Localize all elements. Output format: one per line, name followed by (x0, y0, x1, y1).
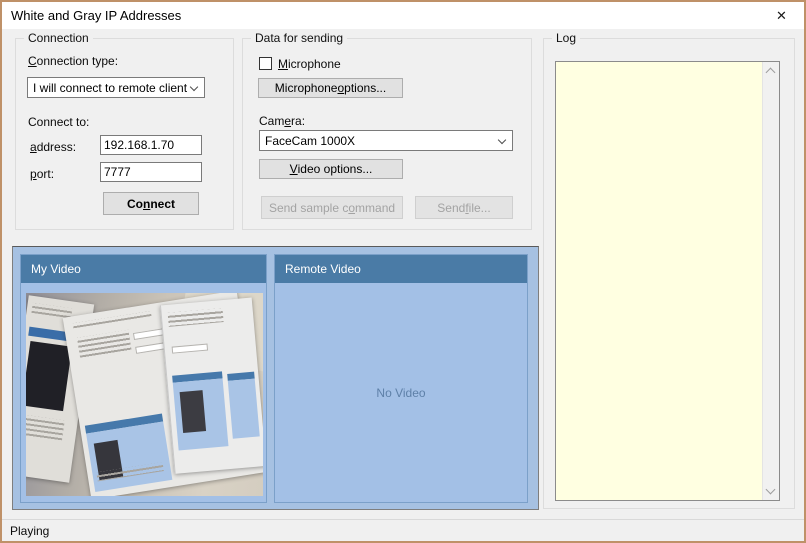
status-bar: Playing (2, 519, 804, 541)
log-textarea[interactable] (555, 61, 780, 501)
webcam-photo (26, 293, 263, 496)
photo-field (171, 343, 208, 353)
log-group-label: Log (552, 31, 580, 45)
log-scrollbar[interactable] (762, 62, 779, 500)
my-video-header: My Video (21, 255, 266, 283)
photo-text-lines (77, 330, 133, 360)
photo-main-window (63, 293, 263, 496)
remote-video-title: Remote Video (285, 262, 361, 276)
send-sample-command-button[interactable]: Send sample command (261, 196, 403, 219)
connect-button[interactable]: Connect (103, 192, 199, 215)
camera-select[interactable]: FaceCam 1000X (259, 130, 513, 151)
photo-text-lines (167, 308, 222, 327)
scroll-down-icon[interactable] (766, 485, 776, 495)
send-file-button[interactable]: Send file... (415, 196, 513, 219)
connection-type-value: I will connect to remote client (33, 81, 187, 95)
my-video-title: My Video (31, 262, 81, 276)
chevron-down-icon (190, 83, 198, 91)
remote-video-header: Remote Video (275, 255, 527, 283)
camera-value: FaceCam 1000X (265, 134, 355, 148)
connection-type-label: Connection type: (28, 54, 118, 68)
dialog-window: White and Gray IP Addresses ✕ Connection… (0, 0, 806, 543)
data-for-sending-group: Data for sending Microphone Microphone o… (242, 38, 532, 230)
connection-group: Connection Connection type: I will conne… (15, 38, 234, 230)
photo-mini-remote (227, 378, 259, 438)
connection-type-select[interactable]: I will connect to remote client (27, 77, 205, 98)
no-video-text: No Video (376, 386, 425, 400)
video-area: My Video (12, 246, 539, 510)
no-video-placeholder: No Video (275, 283, 527, 502)
data-for-sending-group-label: Data for sending (251, 31, 347, 45)
remote-video-panel: Remote Video No Video (274, 254, 528, 503)
photo-text-lines (73, 311, 152, 328)
microphone-checkbox[interactable] (259, 57, 272, 70)
window-title: White and Gray IP Addresses (11, 8, 181, 23)
microphone-label: Microphone (278, 57, 341, 71)
status-text: Playing (10, 524, 49, 538)
camera-label: Camera: (259, 114, 305, 128)
photo-text-lines (26, 414, 65, 442)
my-video-panel: My Video (20, 254, 267, 503)
chevron-down-icon (498, 136, 506, 144)
port-field[interactable] (100, 162, 202, 182)
photo-nested-window (159, 297, 263, 474)
address-field[interactable] (100, 135, 202, 155)
close-button[interactable]: ✕ (759, 2, 804, 29)
title-bar: White and Gray IP Addresses ✕ (2, 2, 804, 29)
connection-group-label: Connection (24, 31, 93, 45)
close-icon: ✕ (776, 8, 787, 24)
scroll-up-icon[interactable] (766, 68, 776, 78)
connect-to-label: Connect to: (28, 115, 89, 129)
photo-mini-preview (179, 390, 206, 433)
photo-cam-preview (26, 341, 72, 411)
video-options-button[interactable]: Video options... (259, 159, 403, 179)
address-label: address: (30, 140, 76, 154)
log-group: Log (543, 38, 795, 509)
microphone-options-button[interactable]: Microphone options... (258, 78, 403, 98)
port-label: port: (30, 167, 54, 181)
